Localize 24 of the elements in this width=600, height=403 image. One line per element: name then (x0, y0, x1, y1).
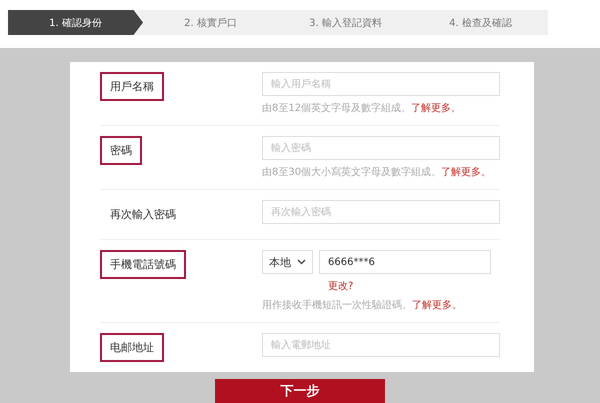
step-label: 2. 核實戶口 (183, 16, 238, 30)
input-field[interactable]: 輸入密碼 (262, 136, 500, 160)
field-label: 电邮地址 (100, 333, 164, 362)
next-button[interactable]: 下一步 (215, 379, 385, 403)
step-label: 1. 確認身份 (8, 10, 143, 35)
step-label: 4. 檢查及確認 (448, 16, 513, 30)
field-label: 密碼 (100, 136, 142, 165)
hint-text: 由8至30個大小寫英文字母及數字組成。了解更多。 (262, 166, 492, 179)
region-select[interactable]: 本地 (262, 250, 313, 274)
change-link[interactable]: 更改? (328, 279, 500, 293)
step-label: 3. 輸入登記資料 (308, 16, 383, 30)
field-label: 再次輸入密碼 (109, 207, 177, 223)
field-label: 手機電話號碼 (100, 250, 186, 279)
learn-more-link[interactable]: 了解更多。 (441, 167, 492, 178)
input-field[interactable]: 輸入用戶名稱 (262, 72, 500, 96)
hint-text: 由8至12個英文字母及數字組成。了解更多。 (262, 102, 462, 115)
field-label: 用戶名稱 (100, 72, 164, 101)
input-field[interactable]: 輸入電郵地址 (262, 333, 500, 357)
learn-more-link[interactable]: 了解更多。 (411, 103, 462, 114)
input-field[interactable]: 再次輸入密碼 (262, 200, 500, 224)
phone-field[interactable]: 6666***6 (319, 250, 491, 274)
hint-text: 用作接收手機短訊一次性驗證碼。了解更多。 (262, 298, 463, 312)
chevron-down-icon (297, 259, 306, 265)
learn-more-link[interactable]: 了解更多。 (412, 300, 462, 311)
